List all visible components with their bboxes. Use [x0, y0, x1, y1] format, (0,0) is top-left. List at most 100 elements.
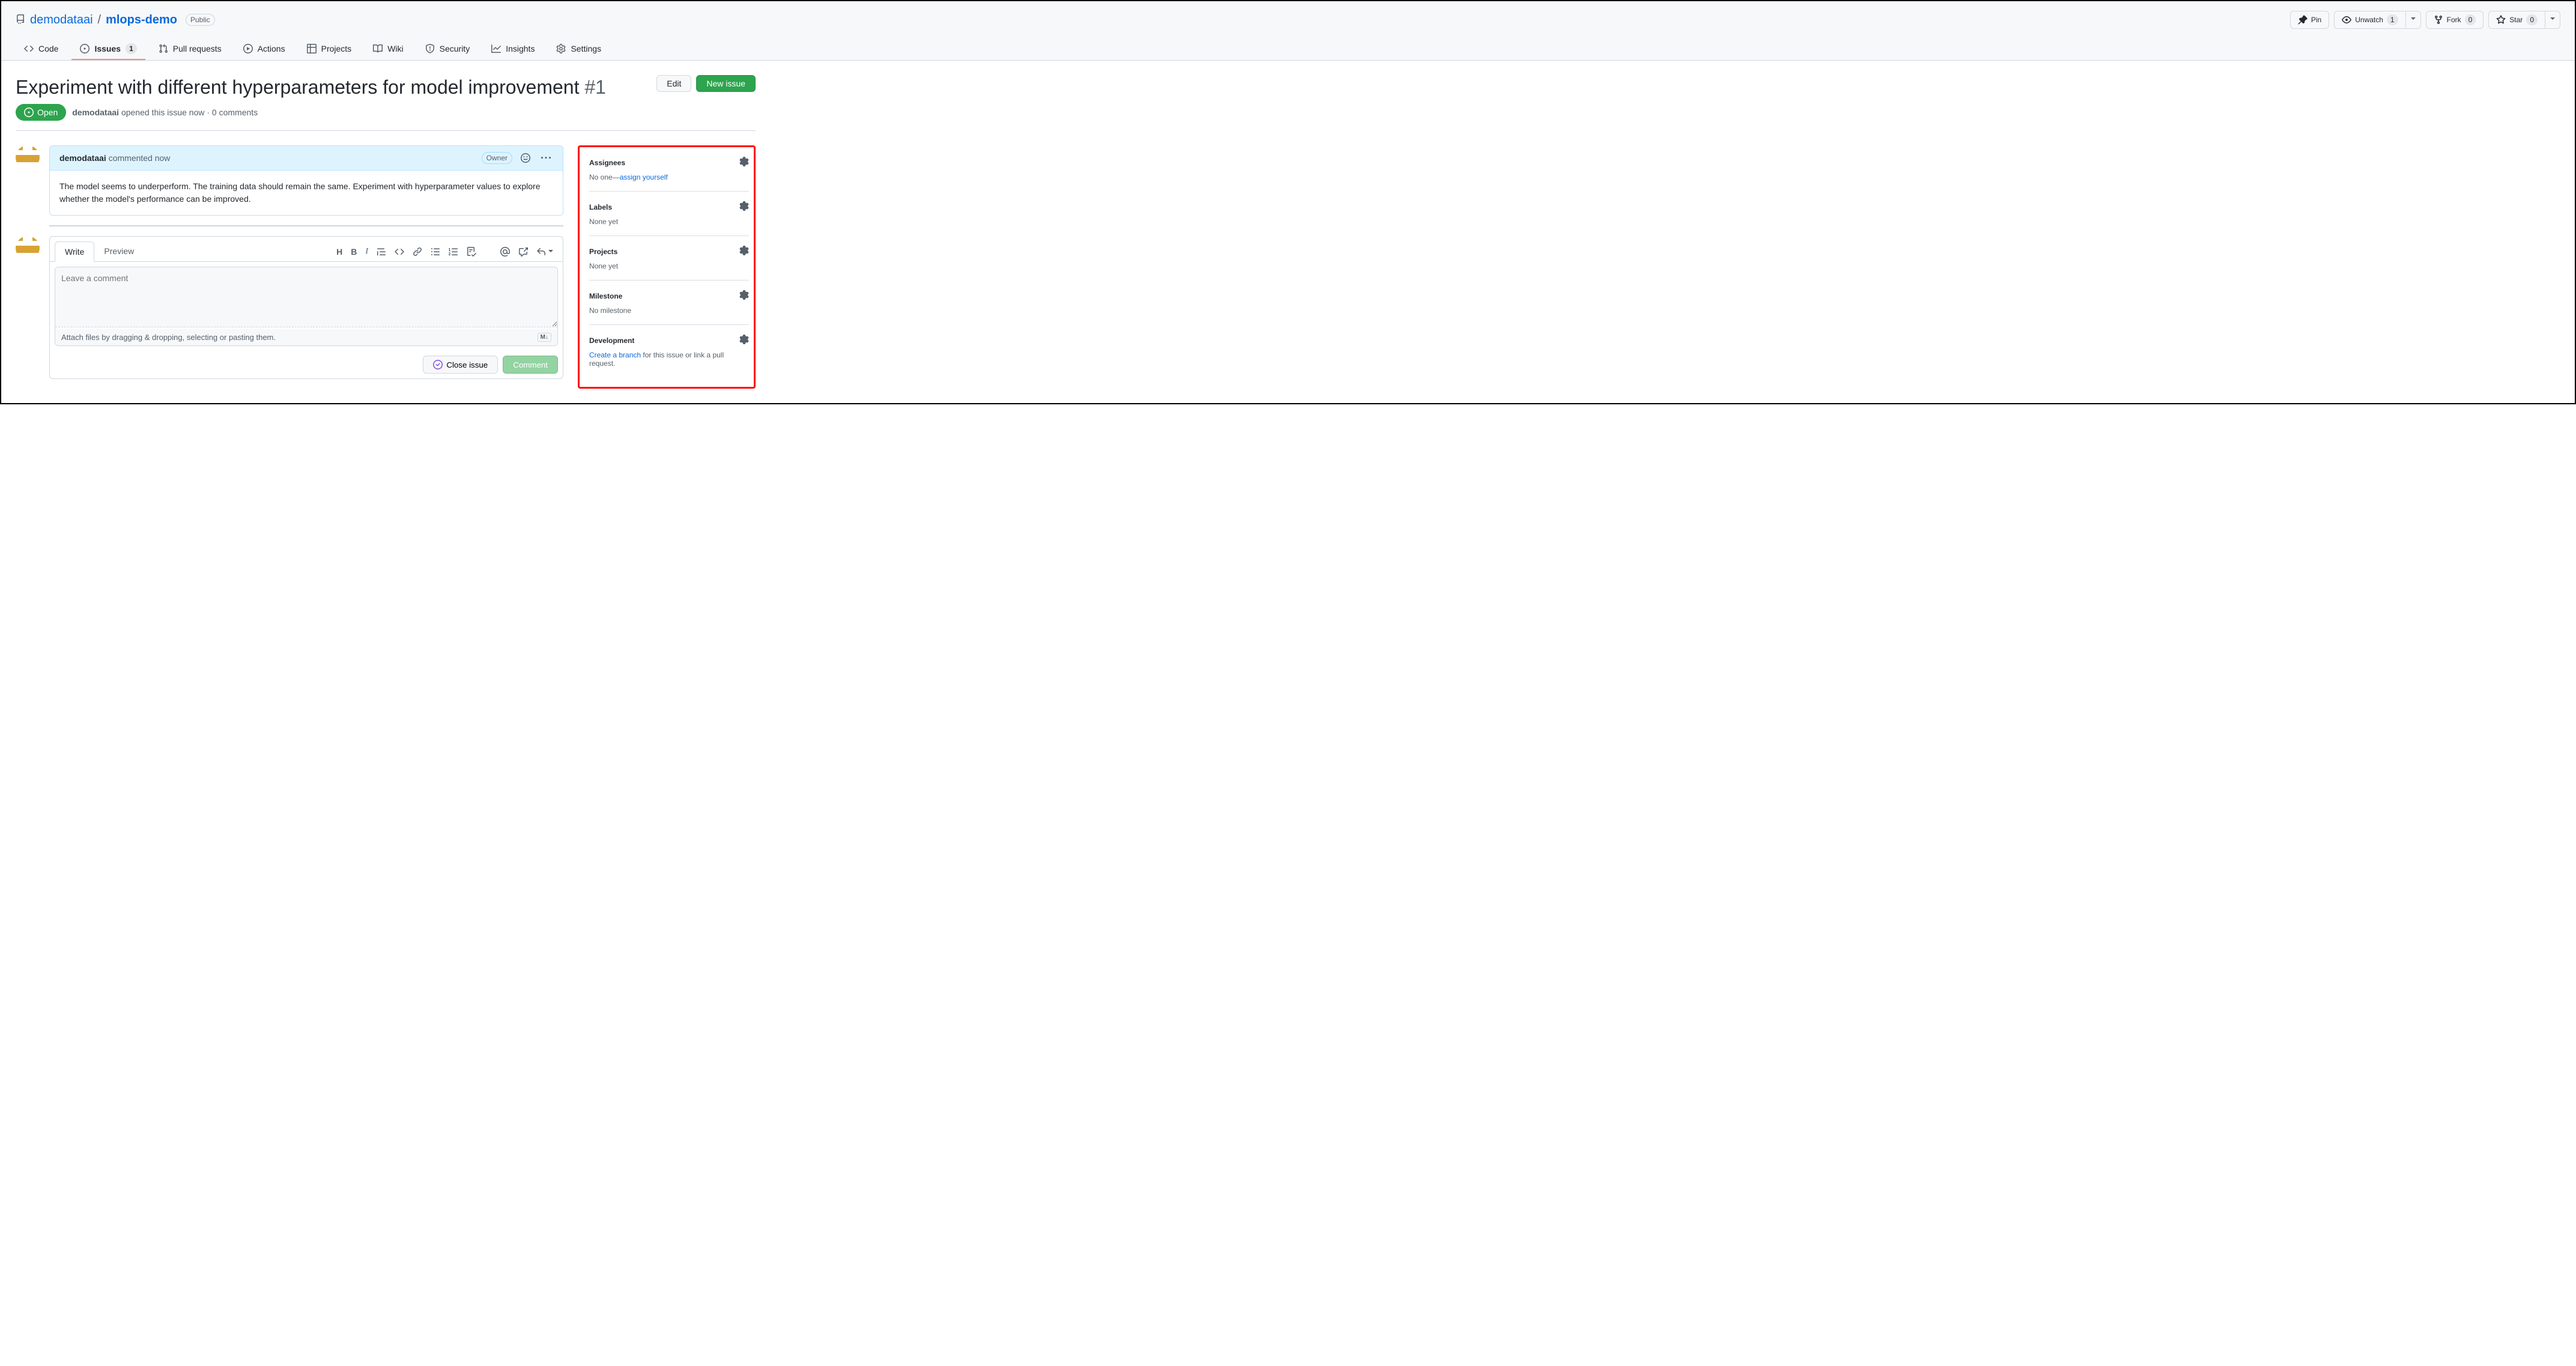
issue-title: Experiment with different hyperparameter… [16, 75, 606, 99]
play-icon [243, 44, 253, 53]
labels-section: Labels None yet [589, 201, 749, 236]
development-title: Development [589, 336, 634, 345]
watch-dropdown[interactable] [2406, 11, 2421, 29]
repo-actions: Pin Unwatch 1 Fork 0 Star 0 [2290, 11, 2560, 29]
issue-meta-text: opened this issue now · 0 comments [119, 108, 258, 117]
fork-button[interactable]: Fork 0 [2426, 11, 2484, 29]
ul-icon [431, 247, 440, 257]
smile-icon [521, 153, 530, 163]
tab-actions-label: Actions [258, 44, 285, 53]
comment-timestamp: commented now [106, 153, 171, 163]
assignees-content: No one—assign yourself [589, 173, 749, 181]
repo-owner-link[interactable]: demodataai [30, 13, 93, 27]
issue-header: Experiment with different hyperparameter… [16, 75, 756, 131]
gear-icon [739, 201, 749, 211]
repo-name-link[interactable]: mlops-demo [106, 13, 177, 27]
avatar[interactable] [16, 145, 40, 169]
issue-open-icon [24, 108, 34, 117]
tab-code[interactable]: Code [16, 38, 67, 60]
assignees-prefix: No one— [589, 173, 620, 181]
tasklist-button[interactable] [467, 247, 476, 257]
mention-button[interactable] [500, 247, 510, 257]
write-tab[interactable]: Write [55, 241, 94, 262]
watch-count: 1 [2387, 14, 2398, 25]
assignees-title: Assignees [589, 159, 625, 167]
code-button[interactable] [395, 247, 404, 257]
avatar[interactable] [16, 236, 40, 260]
labels-gear[interactable] [739, 201, 749, 213]
eye-icon [2342, 15, 2351, 25]
close-label: Close issue [446, 360, 488, 369]
preview-tab[interactable]: Preview [94, 241, 144, 261]
close-issue-button[interactable]: Close issue [423, 356, 498, 374]
comment-input[interactable] [55, 267, 557, 327]
gear-icon [739, 246, 749, 255]
tab-settings[interactable]: Settings [548, 38, 610, 60]
italic-button[interactable]: I [365, 247, 368, 257]
assignees-gear[interactable] [739, 157, 749, 168]
star-label: Star [2509, 14, 2523, 26]
reply-button[interactable] [536, 247, 553, 257]
kebab-menu[interactable] [539, 151, 553, 165]
gear-icon [556, 44, 566, 53]
ol-icon [449, 247, 458, 257]
tab-projects-label: Projects [321, 44, 352, 53]
tab-actions[interactable]: Actions [235, 38, 294, 60]
tab-issues[interactable]: Issues 1 [71, 38, 145, 60]
bold-button[interactable]: B [351, 247, 357, 257]
chevron-down-icon [2411, 14, 2416, 26]
new-comment-item: Write Preview H B I [16, 236, 563, 379]
development-content: Create a branch for this issue or link a… [589, 351, 749, 368]
crossref-icon [518, 247, 528, 257]
link-button[interactable] [413, 247, 422, 257]
tab-pull-requests[interactable]: Pull requests [150, 38, 230, 60]
pin-label: Pin [2311, 14, 2321, 26]
milestone-gear[interactable] [739, 290, 749, 302]
repo-icon [16, 14, 25, 26]
fork-label: Fork [2447, 14, 2461, 26]
star-icon [2496, 15, 2506, 25]
star-dropdown[interactable] [2545, 11, 2560, 29]
issue-title-text: Experiment with different hyperparameter… [16, 76, 579, 98]
quote-button[interactable] [377, 247, 386, 257]
new-issue-button[interactable]: New issue [696, 75, 756, 92]
assign-yourself-link[interactable]: assign yourself [620, 173, 668, 181]
create-branch-link[interactable]: Create a branch [589, 351, 641, 359]
tab-wiki[interactable]: Wiki [365, 38, 411, 60]
milestone-title: Milestone [589, 292, 622, 300]
comment-button[interactable]: Comment [503, 356, 558, 374]
tab-insights[interactable]: Insights [483, 38, 543, 60]
development-section: Development Create a branch for this iss… [589, 335, 749, 377]
quote-icon [377, 247, 386, 257]
heading-button[interactable]: H [336, 247, 342, 257]
ol-button[interactable] [449, 247, 458, 257]
tab-pr-label: Pull requests [173, 44, 222, 53]
issue-meta-author[interactable]: demodataai [72, 108, 119, 117]
reaction-button[interactable] [518, 151, 533, 165]
projects-gear[interactable] [739, 246, 749, 257]
unwatch-button[interactable]: Unwatch 1 [2334, 11, 2405, 29]
sidebar: Assignees No one—assign yourself Labels … [578, 145, 756, 389]
ul-button[interactable] [431, 247, 440, 257]
issue-number: #1 [584, 76, 606, 98]
edit-button[interactable]: Edit [656, 75, 691, 92]
attach-hint[interactable]: Attach files by dragging & dropping, sel… [61, 333, 276, 342]
comment-box: demodataai commented now Owner The model… [49, 145, 563, 216]
state-label: Open [37, 108, 58, 117]
development-gear[interactable] [739, 335, 749, 346]
assignees-section: Assignees No one—assign yourself [589, 157, 749, 192]
reply-icon [536, 247, 546, 257]
markdown-badge[interactable]: M↓ [538, 333, 551, 342]
pin-button[interactable]: Pin [2290, 11, 2329, 29]
role-badge: Owner [482, 152, 512, 164]
gear-icon [739, 157, 749, 166]
comment-author[interactable]: demodataai [59, 153, 106, 163]
tab-projects[interactable]: Projects [299, 38, 360, 60]
star-button[interactable]: Star 0 [2488, 11, 2545, 29]
code-icon [24, 44, 34, 53]
star-count: 0 [2526, 14, 2538, 25]
fork-count: 0 [2465, 14, 2476, 25]
graph-icon [491, 44, 501, 53]
tab-security[interactable]: Security [417, 38, 479, 60]
crossref-button[interactable] [518, 247, 528, 257]
